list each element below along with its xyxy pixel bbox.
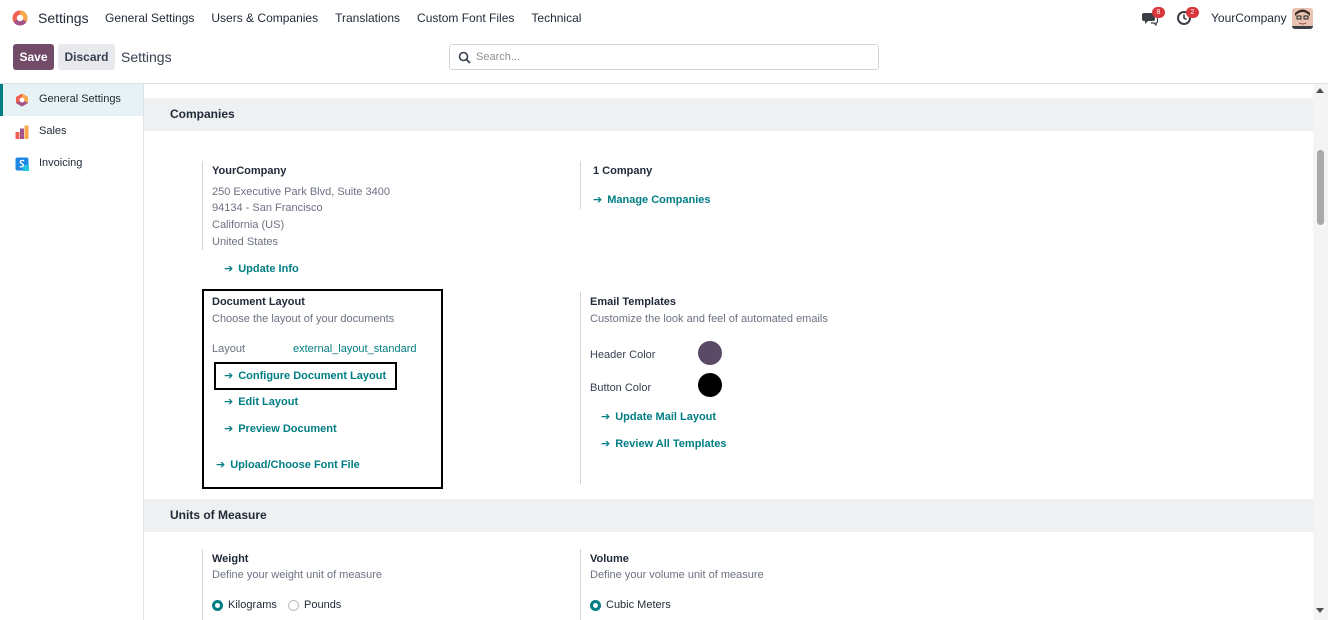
pounds-radio[interactable]	[288, 600, 299, 611]
layout-label: Layout	[212, 343, 246, 355]
menu-translations[interactable]: Translations	[335, 11, 400, 25]
arrow-right-icon: ➔	[224, 423, 234, 435]
section-title: Units of Measure	[170, 508, 267, 522]
layout-value-link[interactable]: external_layout_standard	[293, 343, 417, 355]
menu-custom-font-files[interactable]: Custom Font Files	[417, 11, 514, 25]
address-line: United States	[212, 236, 279, 248]
setting-divider	[580, 292, 581, 484]
address-line: California (US)	[212, 219, 285, 231]
arrow-right-icon: ➔	[601, 438, 611, 450]
arrow-right-icon: ➔	[224, 370, 234, 382]
scroll-up-arrow-icon[interactable]	[1316, 88, 1324, 93]
arrow-right-icon: ➔	[216, 459, 226, 471]
companies-section-header: Companies	[144, 98, 1313, 131]
weight-desc: Define your weight unit of measure	[212, 569, 382, 581]
preview-document-link[interactable]: ➔ Preview Document	[224, 422, 337, 435]
app-title[interactable]: Settings	[38, 10, 89, 26]
setting-divider	[202, 161, 203, 250]
email-templates-title: Email Templates	[590, 296, 676, 308]
search-box	[449, 44, 879, 70]
invoicing-icon	[15, 157, 29, 171]
sales-chart-icon	[15, 125, 29, 139]
edit-layout-link[interactable]: ➔ Edit Layout	[224, 395, 298, 408]
scrollbar-thumb[interactable]	[1317, 150, 1324, 225]
sidebar-item-label: Invoicing	[39, 157, 83, 169]
header-color-label: Header Color	[590, 349, 656, 361]
top-navbar: Settings General Settings Users & Compan…	[0, 0, 1328, 36]
document-layout-title: Document Layout	[212, 296, 305, 308]
header-divider	[0, 83, 1328, 84]
messages-button[interactable]: 8	[1142, 7, 1165, 27]
avatar-face-icon	[1292, 8, 1313, 29]
sidebar-item-invoicing[interactable]: Invoicing	[0, 148, 143, 180]
update-info-link[interactable]: ➔ Update Info	[224, 262, 299, 275]
address-line: 250 Executive Park Blvd, Suite 3400	[212, 186, 390, 198]
search-input[interactable]	[476, 45, 872, 69]
menu-technical[interactable]: Technical	[531, 11, 581, 25]
top-menu: General Settings Users & Companies Trans…	[105, 11, 598, 25]
breadcrumb: Settings	[121, 49, 172, 65]
sidebar-item-label: General Settings	[39, 93, 121, 105]
cubic-meters-label[interactable]: Cubic Meters	[606, 599, 671, 611]
company-name: YourCompany	[212, 165, 287, 177]
address-line: 94134 - San Francisco	[212, 202, 323, 214]
sidebar-item-general-settings[interactable]: General Settings	[0, 84, 143, 116]
search-icon	[458, 51, 471, 64]
scroll-down-arrow-icon[interactable]	[1316, 608, 1324, 613]
activities-button[interactable]: 2	[1176, 7, 1199, 26]
header-color-swatch[interactable]	[698, 341, 722, 365]
link-label: Configure Document Layout	[238, 370, 387, 382]
link-label: Preview Document	[238, 423, 337, 435]
save-button[interactable]: Save	[13, 44, 54, 70]
setting-divider	[580, 161, 581, 209]
configure-document-layout-link[interactable]: ➔ Configure Document Layout	[224, 369, 386, 382]
odoo-logo-icon[interactable]	[11, 9, 29, 27]
volume-desc: Define your volume unit of measure	[590, 569, 764, 581]
link-label: Update Info	[238, 263, 299, 275]
kilograms-label[interactable]: Kilograms	[228, 599, 277, 611]
update-mail-layout-link[interactable]: ➔ Update Mail Layout	[601, 410, 716, 423]
arrow-right-icon: ➔	[224, 263, 234, 275]
link-label: Manage Companies	[607, 194, 711, 206]
section-title: Companies	[170, 107, 235, 121]
email-templates-desc: Customize the look and feel of automated…	[590, 313, 828, 325]
kilograms-radio[interactable]	[212, 600, 223, 611]
company-switcher[interactable]: YourCompany	[1211, 11, 1287, 25]
arrow-right-icon: ➔	[593, 194, 603, 206]
link-label: Review All Templates	[615, 438, 727, 450]
pounds-label[interactable]: Pounds	[304, 599, 341, 611]
arrow-right-icon: ➔	[224, 396, 234, 408]
upload-font-file-link[interactable]: ➔ Upload/Choose Font File	[216, 458, 360, 471]
messages-badge: 8	[1152, 7, 1165, 18]
link-label: Upload/Choose Font File	[230, 459, 360, 471]
sidebar-item-label: Sales	[39, 125, 67, 137]
company-count: 1 Company	[593, 165, 653, 177]
units-section-header: Units of Measure	[144, 499, 1313, 532]
button-color-label: Button Color	[590, 382, 652, 394]
odoo-logo-icon	[16, 93, 28, 107]
user-avatar[interactable]	[1292, 8, 1313, 29]
menu-users-companies[interactable]: Users & Companies	[211, 11, 318, 25]
sidebar-item-sales[interactable]: Sales	[0, 116, 143, 148]
volume-title: Volume	[590, 553, 629, 565]
cubic-meters-radio[interactable]	[590, 600, 601, 611]
document-layout-desc: Choose the layout of your documents	[212, 313, 395, 325]
manage-companies-link[interactable]: ➔ Manage Companies	[593, 193, 711, 206]
link-label: Edit Layout	[238, 396, 299, 408]
discard-button[interactable]: Discard	[58, 44, 115, 70]
weight-title: Weight	[212, 553, 249, 565]
menu-general-settings[interactable]: General Settings	[105, 11, 194, 25]
setting-divider	[202, 549, 203, 620]
setting-divider	[580, 549, 581, 620]
button-color-swatch[interactable]	[698, 373, 722, 397]
settings-sidebar: General Settings Sales Invoicing	[0, 84, 144, 620]
link-label: Update Mail Layout	[615, 411, 717, 423]
review-all-templates-link[interactable]: ➔ Review All Templates	[601, 437, 726, 450]
arrow-right-icon: ➔	[601, 411, 611, 423]
activities-badge: 2	[1186, 7, 1199, 18]
